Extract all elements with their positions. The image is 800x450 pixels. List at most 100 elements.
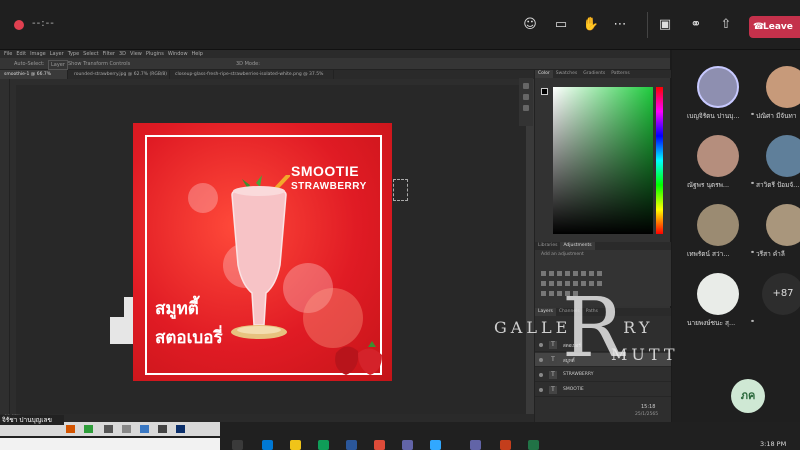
watermark-left: GALLE <box>494 318 572 337</box>
avatar <box>697 66 739 108</box>
menu-filter[interactable]: Filter <box>103 50 115 58</box>
strawberry-icon <box>335 341 382 375</box>
app-icon[interactable] <box>318 440 329 450</box>
app-icon[interactable] <box>122 425 131 433</box>
adjustment-icons-row-2[interactable] <box>541 271 605 286</box>
tab-layers[interactable]: Layers <box>535 308 556 316</box>
avatar <box>766 135 800 177</box>
design-thai-line2: สตอเบอรี่ <box>155 328 223 348</box>
eye-icon[interactable] <box>539 388 543 392</box>
app-icon[interactable] <box>140 425 149 433</box>
powerpoint-icon[interactable] <box>500 440 511 450</box>
app-icon[interactable] <box>104 425 113 433</box>
layer-name: SMOOTIE <box>563 387 584 392</box>
leave-button[interactable]: ☎ Leave <box>749 16 800 38</box>
photoshop-taskbar-icon[interactable] <box>430 440 441 450</box>
participant-tile[interactable]: เบญจิรัตน ปานบุ... ⚭ <box>687 66 755 130</box>
ps-options-bar: Auto-Select: Layer Show Transform Contro… <box>0 58 670 70</box>
participant-tile[interactable]: วรีสา คำลี <box>756 204 800 268</box>
share-icon[interactable]: ⇧ <box>717 16 735 34</box>
app-icon[interactable] <box>66 425 75 433</box>
camera-off-icon[interactable]: ▣ <box>656 16 674 34</box>
word-icon[interactable] <box>346 440 357 450</box>
react-icon[interactable]: ✋ <box>582 16 600 34</box>
menu-image[interactable]: Image <box>30 50 46 58</box>
tab-adjustments[interactable]: Adjustments <box>560 242 595 250</box>
meeting-toolbar: --:-- ☺ ▭ ✋ ⋯ ▣ ⚭ ⇧ ☎ Leave <box>0 0 800 50</box>
menu-help[interactable]: Help <box>192 50 203 58</box>
ps-document-tabs: smoothie-1 @ 66.7% (RGB/8) rounded-straw… <box>0 70 534 86</box>
menu-3d[interactable]: 3D <box>119 50 126 58</box>
chat-icon[interactable]: ▭ <box>552 16 570 34</box>
eye-icon[interactable] <box>539 358 543 362</box>
avatar <box>697 204 739 246</box>
ps-toolbox[interactable] <box>0 79 10 414</box>
tab-libraries[interactable]: Libraries <box>535 242 560 250</box>
eye-icon[interactable] <box>539 343 543 347</box>
doc-tab-2[interactable]: rounded-strawberry.jpg @ 62.7% (RGB/8) <box>70 70 170 79</box>
smoothie-glass-image <box>231 175 290 339</box>
avatar <box>697 273 739 315</box>
participant-tile[interactable]: ณัฐพร นุตรพ... ⚭ <box>687 135 755 199</box>
line-app-icon[interactable] <box>84 425 93 433</box>
edge-icon[interactable] <box>262 440 273 450</box>
teams-active-icon[interactable] <box>470 440 481 450</box>
doc-tab-1[interactable]: smoothie-1 @ 66.7% (RGB/8) <box>0 70 68 86</box>
excel-icon[interactable] <box>528 440 539 450</box>
adjustment-icons-row-1[interactable] <box>541 261 605 276</box>
more-icon[interactable]: ⋯ <box>611 16 629 34</box>
system-date: 25/1/2565 <box>635 412 659 417</box>
participant-name: สาวิตรี ป้อมจั... <box>756 181 800 189</box>
participant-tile[interactable]: สาวิตรี ป้อมจั... <box>756 135 800 199</box>
meeting-timer: --:-- <box>32 18 55 29</box>
tab-gradients[interactable]: Gradients <box>580 70 608 78</box>
chrome-icon[interactable] <box>374 440 385 450</box>
self-avatar[interactable]: ภค <box>731 379 765 413</box>
design-artboard[interactable]: SMOOTIE STRAWBERRY สมูทตี้ สตอเบอรี่ <box>133 123 392 381</box>
selection-marquee <box>393 179 408 201</box>
color-picker-field[interactable] <box>553 87 653 234</box>
mic-off-icon: ⚭ <box>750 249 756 256</box>
mic-off-icon[interactable]: ⚭ <box>687 16 705 34</box>
auto-select-dropdown[interactable]: Layer <box>48 60 68 70</box>
menu-plugins[interactable]: Plugins <box>146 50 164 58</box>
participant-name: วรีสา คำลี <box>756 250 785 258</box>
watermark-mid: RY <box>623 318 654 337</box>
show-transform-checkbox[interactable]: Show Transform Controls <box>68 60 130 68</box>
screen: --:-- ☺ ▭ ✋ ⋯ ▣ ⚭ ⇧ ☎ Leave File Edit Im… <box>0 0 800 450</box>
tab-swatches[interactable]: Swatches <box>553 70 581 78</box>
file-explorer-icon[interactable] <box>290 440 301 450</box>
active-speaker-label: จิรัชา ปานบุญเลข <box>0 415 64 425</box>
menu-layer[interactable]: Layer <box>50 50 64 58</box>
color-panel-tabs: Color Swatches Gradients Patterns <box>535 70 671 78</box>
more-participants-button[interactable]: +87 <box>762 273 800 315</box>
ps-menubar: File Edit Image Layer Type Select Filter… <box>0 50 670 58</box>
menu-select[interactable]: Select <box>83 50 98 58</box>
auto-select-checkbox[interactable]: Auto-Select: <box>14 60 45 68</box>
mini-tool-strip[interactable] <box>519 78 533 126</box>
eye-icon[interactable] <box>539 373 543 377</box>
menu-window[interactable]: Window <box>168 50 188 58</box>
menu-edit[interactable]: Edit <box>16 50 26 58</box>
participant-name: เทพรัตน์ สว่า... <box>687 250 730 258</box>
layer-row[interactable]: T SMOOTIE <box>535 383 671 397</box>
menu-file[interactable]: File <box>4 50 12 58</box>
taskbar-clock: 3:18 PM <box>760 440 787 448</box>
toolbar-divider <box>647 12 648 38</box>
teams-icon[interactable] <box>402 440 413 450</box>
hue-slider[interactable] <box>656 87 663 234</box>
foreground-swatch[interactable] <box>541 88 548 95</box>
windows-search-box[interactable] <box>0 438 220 450</box>
participant-tile[interactable]: เทพรัตน์ สว่า... ⚭ <box>687 204 755 268</box>
app-icon[interactable] <box>158 425 167 433</box>
participant-tile[interactable]: ปณิศา มีจันทา <box>756 66 800 130</box>
task-view-icon[interactable] <box>232 440 243 450</box>
participant-tile[interactable]: นายพงษ์ชนะ สุ... ⚭ <box>687 273 755 337</box>
menu-view[interactable]: View <box>130 50 142 58</box>
photoshop-app-icon[interactable] <box>176 425 185 433</box>
tab-color[interactable]: Color <box>535 70 553 78</box>
doc-tab-3[interactable]: closeup-glass-fresh-ripe-strawberries-is… <box>171 70 334 86</box>
people-icon[interactable]: ☺ <box>521 16 539 34</box>
tab-patterns[interactable]: Patterns <box>608 70 633 78</box>
menu-type[interactable]: Type <box>68 50 79 58</box>
